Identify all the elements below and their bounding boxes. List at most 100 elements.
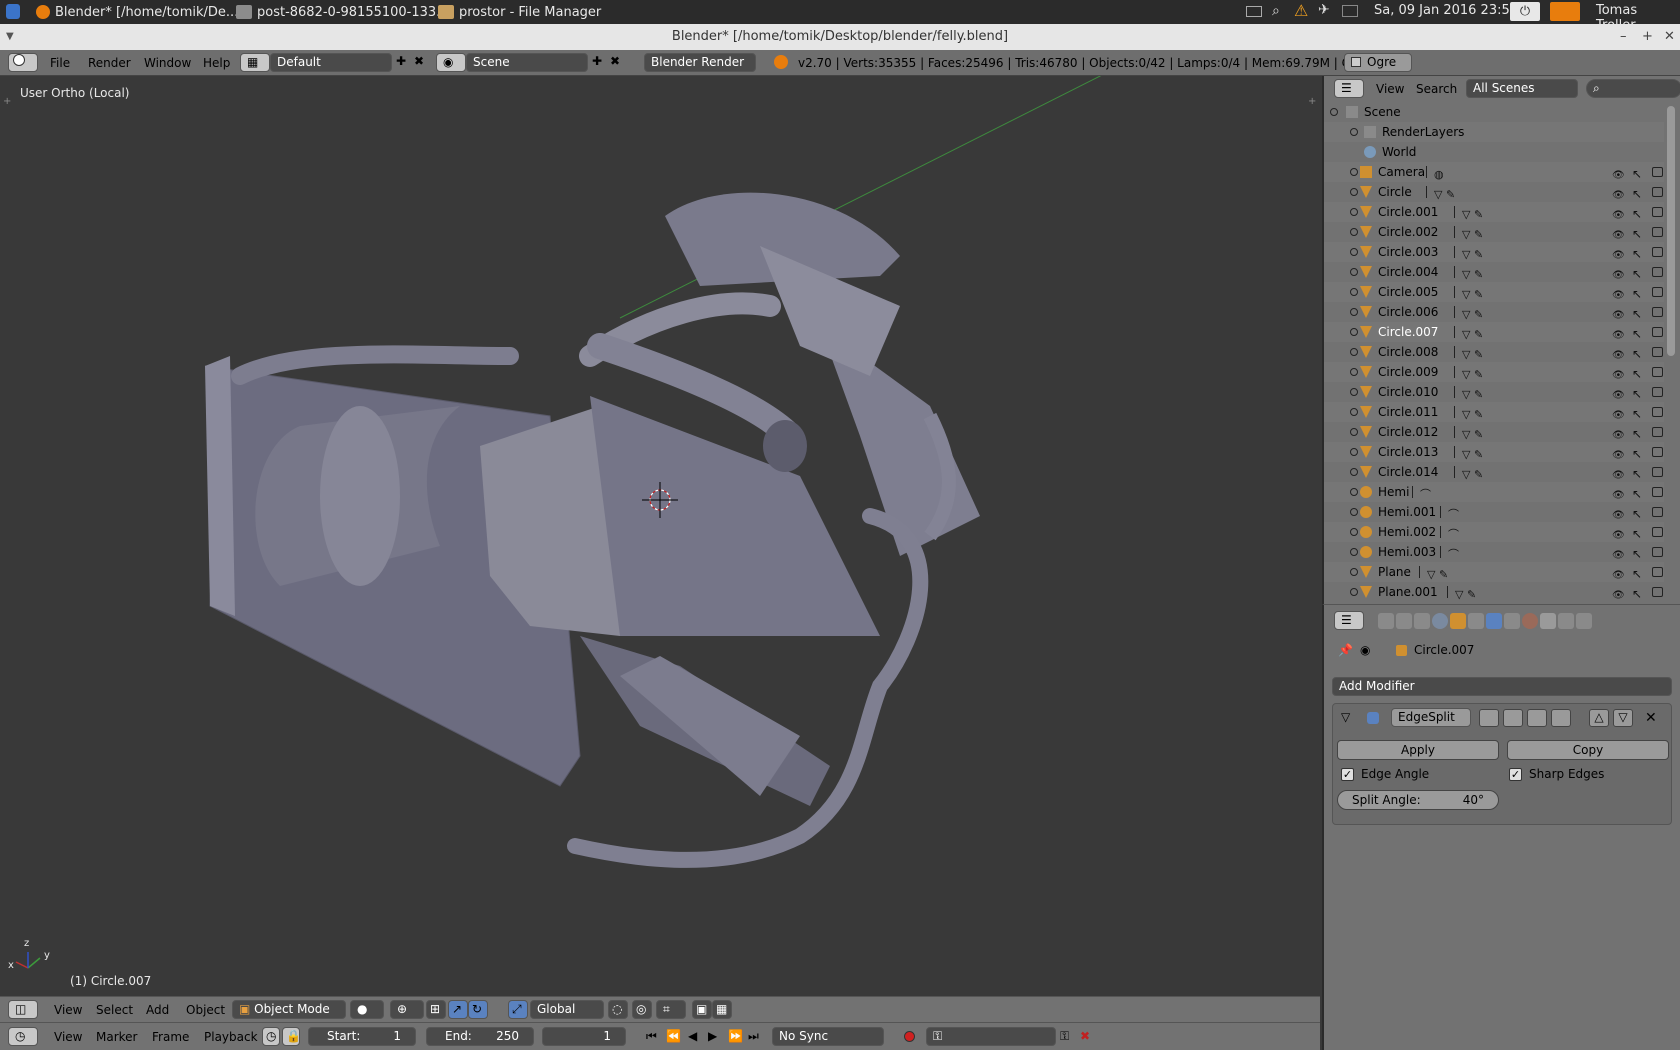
menu-object[interactable]: Object xyxy=(186,1003,225,1017)
viewport-toggle-icon[interactable] xyxy=(1503,709,1523,727)
lock-range-toggle[interactable]: 🔒 xyxy=(282,1027,300,1046)
edge-angle-checkbox[interactable]: ✓ xyxy=(1341,768,1354,781)
outliner-row[interactable]: Hemi.001 ⌒ 👁 ↖ xyxy=(1324,502,1664,522)
layout-type-button[interactable]: ▦ xyxy=(240,53,270,72)
add-layout-icon[interactable]: ✚ xyxy=(396,54,406,68)
renderlayers-tab-icon[interactable] xyxy=(1396,613,1412,629)
shading-selector[interactable]: ● xyxy=(350,1000,384,1019)
layout-selector[interactable]: Default xyxy=(270,53,392,72)
renderability-camera-icon[interactable] xyxy=(1652,327,1663,337)
outliner-row[interactable]: Hemi.002 ⌒ 👁 ↖ xyxy=(1324,522,1664,542)
menu-search[interactable]: Search xyxy=(1416,82,1457,96)
renderability-camera-icon[interactable] xyxy=(1652,487,1663,497)
snap-selector[interactable]: ⌗ xyxy=(656,1000,686,1019)
outliner-row[interactable]: Circle ▽ ✎ 👁 ↖ xyxy=(1324,182,1664,202)
outliner-row[interactable]: Plane.001 ▽ ✎ 👁 ↖ xyxy=(1324,582,1664,602)
selectability-cursor-icon[interactable]: ↖ xyxy=(1632,404,1642,424)
move-up-icon[interactable]: △ xyxy=(1589,709,1609,727)
3d-viewport[interactable]: User Ortho (Local) + + z y x (1) Circle.… xyxy=(0,76,1320,996)
outliner-row[interactable]: Circle.014 ▽ ✎ 👁 ↖ xyxy=(1324,462,1664,482)
selectability-cursor-icon[interactable]: ↖ xyxy=(1632,384,1642,404)
editmode-toggle-icon[interactable] xyxy=(1527,709,1547,727)
outliner-search-field[interactable]: ⌕ xyxy=(1586,79,1680,98)
renderability-camera-icon[interactable] xyxy=(1652,567,1663,577)
renderability-camera-icon[interactable] xyxy=(1652,387,1663,397)
remove-layout-icon[interactable]: ✖ xyxy=(414,54,424,68)
renderability-camera-icon[interactable] xyxy=(1652,287,1663,297)
outliner-item-name[interactable]: Circle.005 xyxy=(1378,282,1438,302)
object-tab-icon[interactable] xyxy=(1450,613,1466,629)
menu-view[interactable]: View xyxy=(54,1003,82,1017)
jump-end-icon[interactable]: ⏭ xyxy=(748,1029,759,1044)
copy-button[interactable]: Copy xyxy=(1507,740,1669,760)
physics-tab-icon[interactable] xyxy=(1576,613,1592,629)
split-angle-field[interactable]: Split Angle: 40° xyxy=(1337,790,1499,810)
orientation-selector[interactable]: Global xyxy=(530,1000,604,1019)
manipulator-toggle[interactable]: ⊞ xyxy=(426,1000,446,1019)
outliner-row[interactable]: Circle.012 ▽ ✎ 👁 ↖ xyxy=(1324,422,1664,442)
scene-selector[interactable]: Scene xyxy=(466,53,588,72)
renderability-camera-icon[interactable] xyxy=(1652,307,1663,317)
outliner-item-name[interactable]: Camera xyxy=(1378,162,1425,182)
menu-window[interactable]: Window xyxy=(144,56,191,70)
outliner-row[interactable]: Circle.003 ▽ ✎ 👁 ↖ xyxy=(1324,242,1664,262)
taskbar-clock[interactable]: Sa, 09 Jan 2016 23:58 xyxy=(1374,3,1518,18)
expand-toggle-icon[interactable] xyxy=(1350,528,1358,536)
outliner-item-name[interactable]: Scene xyxy=(1364,102,1401,122)
keyboard-icon[interactable] xyxy=(1246,6,1262,17)
scale-toggle[interactable]: ⤢ xyxy=(508,1000,528,1019)
outliner-row[interactable]: Scene xyxy=(1324,102,1664,122)
expand-toggle-icon[interactable] xyxy=(1350,208,1358,216)
scene-tab-icon[interactable] xyxy=(1414,613,1430,629)
renderability-camera-icon[interactable] xyxy=(1652,427,1663,437)
power-icon[interactable]: ⏻ xyxy=(1510,2,1540,21)
menu-render[interactable]: Render xyxy=(88,56,131,70)
render-tab-icon[interactable] xyxy=(1378,613,1394,629)
outliner-row[interactable]: Circle.004 ▽ ✎ 👁 ↖ xyxy=(1324,262,1664,282)
editor-type-button[interactable]: ◷ xyxy=(8,1027,38,1046)
outliner-item-name[interactable]: Circle.006 xyxy=(1378,302,1438,322)
outliner-item-name[interactable]: Circle.013 xyxy=(1378,442,1438,462)
outliner-scrollbar[interactable] xyxy=(1667,106,1675,356)
renderability-camera-icon[interactable] xyxy=(1652,467,1663,477)
mode-selector[interactable]: ▣ Object Mode xyxy=(232,1000,346,1019)
selectability-cursor-icon[interactable]: ↖ xyxy=(1632,204,1642,224)
visibility-eye-icon[interactable]: 👁 xyxy=(1612,586,1625,602)
outliner-item-name[interactable]: Circle.001 xyxy=(1378,202,1438,222)
outliner-item-name[interactable]: Hemi.001 xyxy=(1378,502,1436,522)
remove-modifier-icon[interactable]: ✕ xyxy=(1645,710,1657,726)
outliner-item-name[interactable]: Circle.012 xyxy=(1378,422,1438,442)
jump-start-icon[interactable]: ⏮ xyxy=(646,1029,657,1044)
collapse-arrow-icon[interactable]: ▽ xyxy=(1341,710,1350,724)
menu-playback[interactable]: Playback xyxy=(204,1030,258,1044)
expand-toggle-icon[interactable] xyxy=(1350,548,1358,556)
menu-view[interactable]: View xyxy=(54,1030,82,1044)
expand-toggle-icon[interactable] xyxy=(1350,248,1358,256)
prev-keyframe-icon[interactable]: ⏪ xyxy=(666,1029,681,1043)
renderability-camera-icon[interactable] xyxy=(1652,167,1663,177)
selectability-cursor-icon[interactable]: ↖ xyxy=(1632,304,1642,324)
expand-toggle-icon[interactable] xyxy=(1350,468,1358,476)
renderability-camera-icon[interactable] xyxy=(1652,187,1663,197)
search-icon[interactable]: ⌕ xyxy=(1272,3,1280,19)
selectability-cursor-icon[interactable]: ↖ xyxy=(1632,444,1642,464)
selectability-cursor-icon[interactable]: ↖ xyxy=(1632,224,1642,244)
outliner-item-name[interactable]: Circle.011 xyxy=(1378,402,1438,422)
current-frame-field[interactable]: 1 xyxy=(542,1027,626,1046)
expand-toggle-icon[interactable] xyxy=(1350,428,1358,436)
next-keyframe-icon[interactable]: ⏩ xyxy=(728,1029,743,1043)
selectability-cursor-icon[interactable]: ↖ xyxy=(1632,484,1642,504)
expand-toggle-icon[interactable] xyxy=(1350,488,1358,496)
apply-button[interactable]: Apply xyxy=(1337,740,1499,760)
sync-selector[interactable]: No Sync xyxy=(772,1027,884,1046)
sharp-edges-checkbox[interactable]: ✓ xyxy=(1509,768,1522,781)
editor-type-button[interactable]: ☰ xyxy=(1334,611,1364,630)
selectability-cursor-icon[interactable]: ↖ xyxy=(1632,524,1642,544)
menu-frame[interactable]: Frame xyxy=(152,1030,189,1044)
blender-tray-icon[interactable] xyxy=(1550,2,1580,21)
display-mode-selector[interactable]: All Scenes xyxy=(1466,79,1578,98)
start-frame-field[interactable]: Start: 1 xyxy=(308,1027,416,1046)
menu-add[interactable]: Add xyxy=(146,1003,169,1017)
end-frame-field[interactable]: End: 250 xyxy=(426,1027,534,1046)
outliner-row[interactable]: Circle.001 ▽ ✎ 👁 ↖ xyxy=(1324,202,1664,222)
